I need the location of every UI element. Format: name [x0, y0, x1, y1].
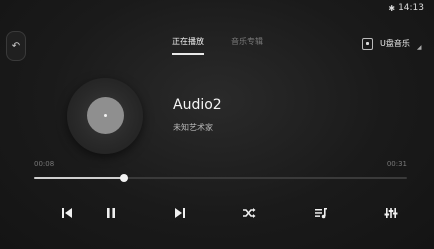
playlist-icon	[315, 208, 327, 219]
total-time: 00:31	[386, 160, 407, 168]
progress-fill	[34, 177, 124, 179]
status-bar: ✱ 14:13	[388, 3, 424, 13]
pause-button[interactable]	[103, 205, 119, 221]
tab-bar: 正在播放 音乐专辑	[172, 36, 263, 55]
skip-next-icon	[175, 208, 185, 218]
skip-previous-icon	[62, 208, 72, 218]
record-spindle	[104, 114, 107, 117]
tab-music-album[interactable]: 音乐专辑	[231, 36, 263, 47]
track-title: Audio2	[173, 97, 222, 113]
status-time: 14:13	[398, 3, 424, 13]
progress-bar[interactable]	[34, 177, 407, 179]
elapsed-time: 00:08	[34, 160, 55, 168]
usb-icon	[362, 37, 373, 50]
pause-icon	[107, 208, 115, 218]
playback-controls	[0, 205, 434, 221]
chevron-down-icon: ◢	[416, 44, 422, 51]
music-player-screen: ✱ 14:13 ↶ 正在播放 音乐专辑 U盘音乐 ◢ Audio2 未知艺术家 …	[0, 0, 434, 249]
equalizer-button[interactable]	[383, 205, 399, 221]
source-label: U盘音乐	[380, 39, 410, 48]
shuffle-button[interactable]	[241, 205, 257, 221]
bluetooth-icon: ✱	[388, 3, 396, 13]
tab-now-playing[interactable]: 正在播放	[172, 36, 204, 55]
equalizer-icon	[384, 208, 398, 218]
track-artist: 未知艺术家	[173, 123, 213, 132]
back-button[interactable]: ↶	[6, 31, 26, 61]
progress-knob[interactable]	[119, 174, 128, 182]
playlist-button[interactable]	[313, 205, 329, 221]
back-icon: ↶	[11, 40, 21, 52]
record-label	[87, 97, 124, 134]
shuffle-icon	[243, 208, 256, 218]
previous-button[interactable]	[59, 205, 75, 221]
source-selector[interactable]: U盘音乐 ◢	[362, 36, 421, 51]
next-button[interactable]	[172, 205, 188, 221]
